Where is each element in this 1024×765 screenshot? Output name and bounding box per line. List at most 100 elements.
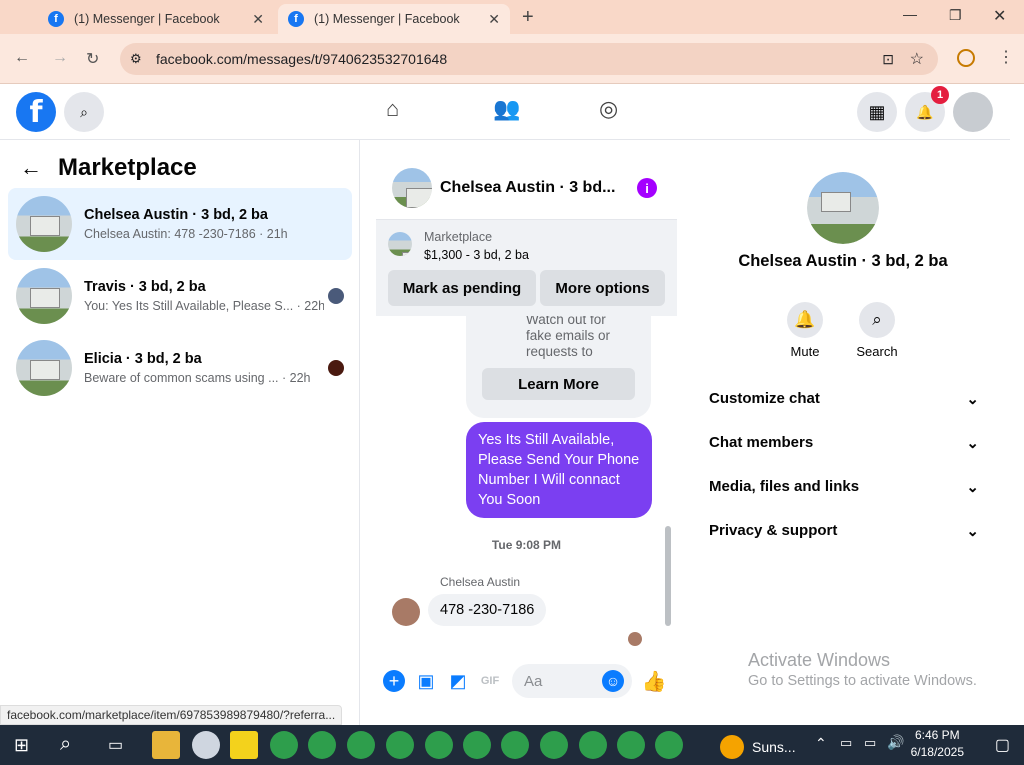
file-explorer-icon[interactable] xyxy=(152,731,180,759)
mute-label: Mute xyxy=(790,344,820,359)
page-title: Marketplace xyxy=(58,154,197,181)
chevron-down-icon: ⌄ xyxy=(966,391,979,408)
display-icon[interactable]: ▭ xyxy=(864,735,876,751)
close-window-icon[interactable]: ✕ xyxy=(993,6,1006,26)
conversation-item[interactable]: Elicia · 3 bd, 2 ba Beware of common sca… xyxy=(8,332,352,404)
mark-as-pending-button[interactable]: Mark as pending xyxy=(388,270,536,306)
home-icon[interactable]: ⌂ xyxy=(386,96,399,122)
info-icon[interactable]: i xyxy=(637,178,657,198)
app-icon[interactable] xyxy=(192,731,220,759)
thumbs-up-icon[interactable]: 👍 xyxy=(642,670,667,693)
browser-menu-icon[interactable]: ⋮ xyxy=(998,47,1014,67)
message-composer: + ▣ ◩ GIF Aa ☺ 👍 xyxy=(376,656,677,708)
browser-tab-2[interactable]: f (1) Messenger | Facebook ✕ xyxy=(278,4,510,34)
conversation-item[interactable]: Travis · 3 bd, 2 ba You: Yes Its Still A… xyxy=(8,260,352,332)
plus-icon[interactable]: + xyxy=(383,670,405,692)
section-label: Media, files and links xyxy=(709,478,860,495)
chrome-icon[interactable] xyxy=(463,731,491,759)
bookmark-star-icon[interactable]: ☆ xyxy=(910,49,924,69)
more-options-button[interactable]: More options xyxy=(540,270,665,306)
chrome-icon[interactable] xyxy=(308,731,336,759)
install-app-icon[interactable]: ⊡ xyxy=(882,51,894,68)
chat-title: Chelsea Austin · 3 bd... xyxy=(440,178,616,196)
input-placeholder: Aa xyxy=(524,672,543,690)
privacy-support-row[interactable]: Privacy & support ⌄ xyxy=(709,522,979,540)
seen-avatar xyxy=(328,360,344,376)
chrome-icon[interactable] xyxy=(501,731,529,759)
search-icon[interactable]: ⌕ xyxy=(60,733,71,756)
browser-tab-1[interactable]: f (1) Messenger | Facebook ✕ xyxy=(38,4,274,34)
house-thumbnail xyxy=(16,340,72,396)
site-info-icon[interactable]: ⚙ xyxy=(130,51,142,67)
gif-icon[interactable]: GIF xyxy=(479,670,501,692)
chevron-up-icon[interactable]: ⌃ xyxy=(815,735,827,752)
chat-header[interactable]: Chelsea Austin · 3 bd... i xyxy=(376,156,677,220)
bell-icon: 🔔 xyxy=(787,302,823,338)
customize-chat-row[interactable]: Customize chat ⌄ xyxy=(709,390,979,408)
scam-warning-bubble: Watch out for fake emails or requests to… xyxy=(466,316,651,418)
close-tab-icon[interactable]: ✕ xyxy=(252,11,264,28)
mute-button[interactable]: 🔔 Mute xyxy=(775,302,835,359)
conversation-preview: You: Yes Its Still Available, Please S..… xyxy=(84,299,324,313)
minimize-icon[interactable]: — xyxy=(903,6,917,22)
windows-start-icon[interactable]: ⊞ xyxy=(14,735,29,756)
sender-avatar[interactable] xyxy=(392,598,420,626)
menu-grid-icon[interactable]: ▦ xyxy=(857,92,897,132)
chat-scrollbar[interactable] xyxy=(665,326,671,636)
chrome-icon[interactable] xyxy=(270,731,298,759)
tab-title: (1) Messenger | Facebook xyxy=(74,12,220,26)
sticker-icon[interactable]: ◩ xyxy=(447,670,469,692)
windows-taskbar: ⊞ ⌕ ▭ Suns... ⌃ ▭ ▭ 🔊 6:46 PM 6/18/2025 … xyxy=(0,725,1024,765)
house-thumbnail xyxy=(388,232,412,256)
chrome-icon[interactable] xyxy=(540,731,568,759)
chrome-icon[interactable] xyxy=(386,731,414,759)
message-input[interactable]: Aa ☺ xyxy=(512,664,632,698)
forward-icon[interactable]: → xyxy=(52,49,68,67)
read-receipt-avatar xyxy=(628,632,642,646)
search-icon: ⌕ xyxy=(859,302,895,338)
emoji-icon[interactable]: ☺ xyxy=(602,670,624,692)
photo-icon[interactable]: ▣ xyxy=(415,670,437,692)
facebook-logo[interactable]: f xyxy=(16,92,56,132)
sun-icon xyxy=(720,735,744,759)
friends-icon[interactable]: 👥 xyxy=(493,96,520,122)
marketplace-listing-bar: Marketplace $1,300 - 3 bd, 2 ba Mark as … xyxy=(376,220,677,316)
search-button[interactable]: ⌕ Search xyxy=(847,302,907,359)
facebook-favicon-icon: f xyxy=(288,11,304,27)
back-arrow-icon[interactable]: ← xyxy=(20,155,42,181)
search-icon[interactable]: ⌕ xyxy=(64,92,104,132)
section-label: Customize chat xyxy=(709,390,820,407)
close-tab-icon[interactable]: ✕ xyxy=(488,11,500,28)
scrollbar-thumb[interactable] xyxy=(665,526,671,626)
profile-icon[interactable] xyxy=(957,49,975,67)
house-thumbnail xyxy=(392,167,432,208)
back-icon[interactable]: ← xyxy=(14,49,30,67)
media-files-row[interactable]: Media, files and links ⌄ xyxy=(709,478,979,496)
notifications-icon[interactable]: 🔔 1 xyxy=(905,86,949,132)
notification-center-icon[interactable]: ▢ xyxy=(995,735,1010,755)
chrome-icon[interactable] xyxy=(579,731,607,759)
volume-icon[interactable]: 🔊 xyxy=(887,734,904,751)
groups-icon[interactable]: ◎ xyxy=(599,96,618,122)
chrome-icon[interactable] xyxy=(617,731,645,759)
chrome-icon[interactable] xyxy=(425,731,453,759)
account-avatar[interactable] xyxy=(953,92,993,132)
conversation-item[interactable]: Chelsea Austin · 3 bd, 2 ba Chelsea Aust… xyxy=(8,188,352,260)
status-url: facebook.com/marketplace/item/6978539898… xyxy=(0,705,343,725)
learn-more-button[interactable]: Learn More xyxy=(482,368,635,400)
chrome-icon[interactable] xyxy=(347,731,375,759)
sticky-notes-icon[interactable] xyxy=(230,731,258,759)
network-icon[interactable]: ▭ xyxy=(840,735,852,751)
address-bar-row: ← → ↻ ⚙ facebook.com/messages/t/97406235… xyxy=(0,34,1024,84)
listing-title[interactable]: $1,300 - 3 bd, 2 ba xyxy=(424,248,529,262)
new-tab-icon[interactable]: + xyxy=(522,6,534,29)
url-field[interactable]: ⚙ facebook.com/messages/t/97406235327016… xyxy=(120,43,938,75)
maximize-icon[interactable]: ❐ xyxy=(949,7,962,24)
weather-widget[interactable]: Suns... xyxy=(720,735,796,759)
reload-icon[interactable]: ↻ xyxy=(86,49,99,69)
task-view-icon[interactable]: ▭ xyxy=(108,735,123,755)
chat-members-row[interactable]: Chat members ⌄ xyxy=(709,434,979,452)
list-header: ← Marketplace xyxy=(20,154,197,182)
system-clock[interactable]: 6:46 PM 6/18/2025 xyxy=(911,727,964,761)
chrome-icon[interactable] xyxy=(655,731,683,759)
